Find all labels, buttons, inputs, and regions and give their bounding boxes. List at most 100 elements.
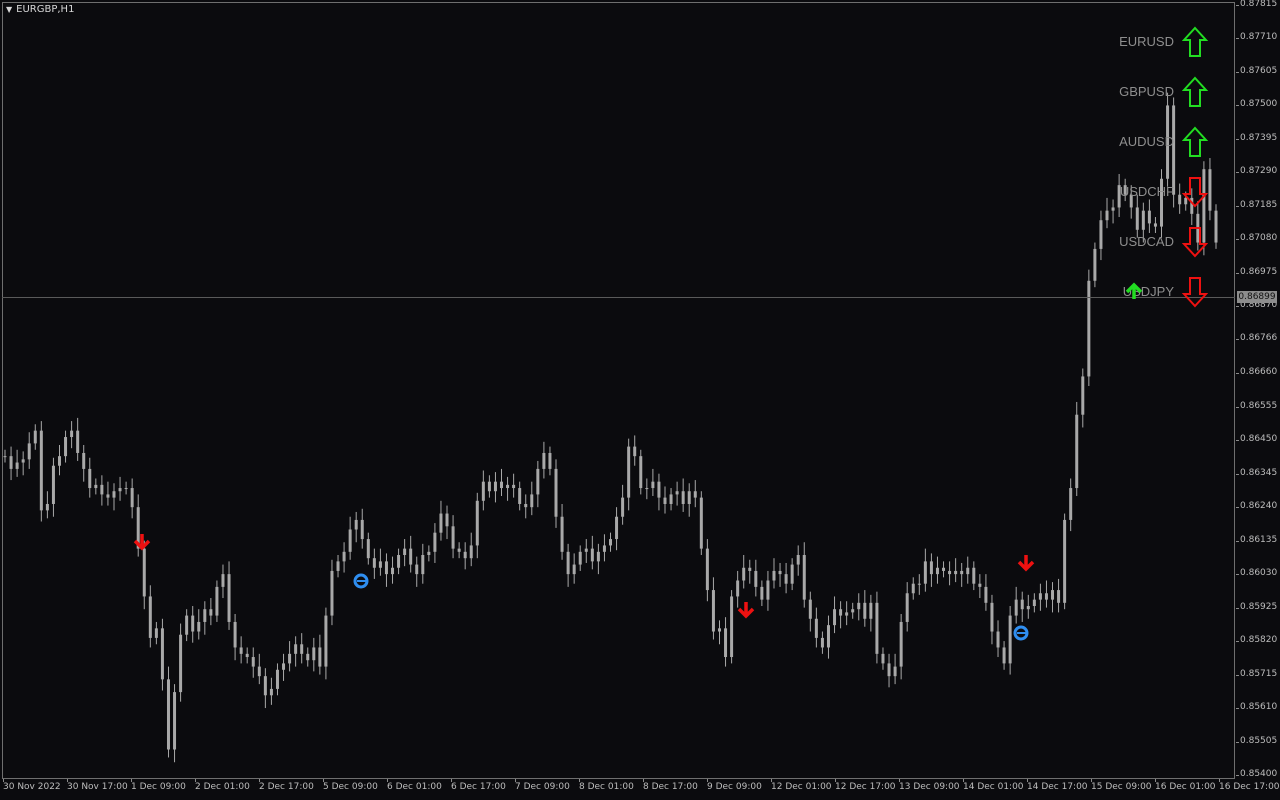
candle-body (530, 494, 534, 508)
candle-body (984, 586, 988, 603)
candle-body (675, 491, 679, 495)
candle-body (839, 609, 843, 616)
candle-body (112, 491, 116, 498)
candle-body (590, 548, 594, 562)
candle-body (778, 570, 782, 575)
hollow-up-arrow-icon (1182, 76, 1208, 107)
candle-body (942, 567, 946, 571)
candle-body (645, 488, 649, 490)
candle-body (21, 459, 25, 463)
candle-body (384, 561, 388, 575)
candle-body (693, 491, 697, 498)
candle-body (814, 618, 818, 638)
candle-body (560, 516, 564, 552)
candle-body (445, 513, 449, 527)
candle-body (736, 580, 740, 597)
candle-body (154, 628, 158, 638)
candle-body (863, 602, 867, 619)
time-tick-label: 15 Dec 09:00 (1091, 779, 1152, 792)
candle-body (209, 609, 213, 616)
candle-body (960, 570, 964, 575)
candle-body (421, 555, 425, 575)
candle-body (124, 488, 128, 490)
candle-body (1051, 590, 1055, 600)
candle-body (251, 657, 255, 667)
price-tick-label: 0.87290 (1235, 166, 1278, 177)
candle-body (481, 481, 485, 501)
current-price-label: 0.86899 (1237, 291, 1277, 304)
candle-body (142, 548, 146, 597)
candle-body (76, 430, 80, 453)
price-tick-label: 0.85715 (1235, 668, 1278, 679)
dashboard-row: USDCHF (1100, 176, 1230, 210)
candle-body (306, 653, 310, 661)
candle-body (312, 647, 316, 661)
candle-body (457, 548, 461, 552)
candle-body (1008, 615, 1012, 664)
candle-body (173, 692, 177, 750)
candle-body (1044, 593, 1048, 600)
candle-body (772, 570, 776, 581)
candle-body (275, 669, 279, 689)
candle-body (833, 609, 837, 626)
candle-body (1063, 519, 1067, 603)
time-tick-label: 14 Dec 01:00 (963, 779, 1024, 792)
candle-body (233, 621, 237, 648)
candle-body (221, 574, 225, 587)
candle-body (415, 564, 419, 575)
candle-body (257, 666, 261, 677)
candle-body (366, 539, 370, 559)
candle-body (39, 430, 43, 511)
candle-body (851, 609, 855, 613)
candle-body (808, 599, 812, 619)
candlestick-series (3, 92, 1218, 763)
time-tick-label: 8 Dec 01:00 (579, 779, 634, 792)
candle-body (845, 612, 849, 616)
candle-body (935, 567, 939, 575)
candle-body (633, 446, 637, 457)
candle-body (796, 555, 800, 565)
time-tick-label: 12 Dec 01:00 (771, 779, 832, 792)
price-tick-label: 0.86975 (1235, 266, 1278, 277)
candle-body (282, 663, 286, 670)
candle-body (318, 647, 322, 667)
dashboard-row: USDJPY (1100, 276, 1230, 310)
candle-body (100, 484, 104, 495)
candle-body (602, 545, 606, 552)
candle-body (378, 561, 382, 568)
candle-body (1026, 606, 1030, 610)
candle-body (1069, 488, 1073, 520)
candle-body (948, 570, 952, 575)
hollow-down-arrow-icon (1182, 177, 1208, 208)
candle-body (566, 551, 570, 575)
candle-body (372, 558, 376, 568)
sell-signal-arrow-icon (1017, 555, 1035, 572)
candle-body (160, 628, 164, 680)
candle-body (463, 551, 467, 559)
candle-body (705, 548, 709, 591)
candle-body (790, 564, 794, 584)
candle-body (9, 456, 13, 469)
candle-body (433, 532, 437, 552)
candle-body (57, 456, 61, 466)
dashboard-symbol-label: GBPUSD (1119, 84, 1174, 99)
candle-body (239, 647, 243, 654)
price-tick-label: 0.86240 (1235, 501, 1278, 512)
candle-body (3, 456, 7, 458)
candle-body (197, 621, 201, 632)
candle-body (923, 561, 927, 584)
candle-body (548, 452, 552, 469)
price-tick-label: 0.87710 (1235, 32, 1278, 43)
candle-body (826, 625, 830, 648)
dashboard-symbol-label: AUDUSD (1119, 134, 1174, 149)
candle-body (1020, 599, 1024, 610)
sell-signal-arrow-icon (737, 602, 755, 619)
candle-body (409, 548, 413, 565)
candle-body (512, 484, 516, 489)
candle-body (615, 516, 619, 540)
candle-body (639, 456, 643, 489)
price-axis: 0.87815 0.87710 0.87605 0.87500 0.87395 0.872… (1235, 0, 1280, 780)
candle-body (70, 430, 74, 438)
candle-body (724, 628, 728, 658)
candle-body (881, 653, 885, 664)
